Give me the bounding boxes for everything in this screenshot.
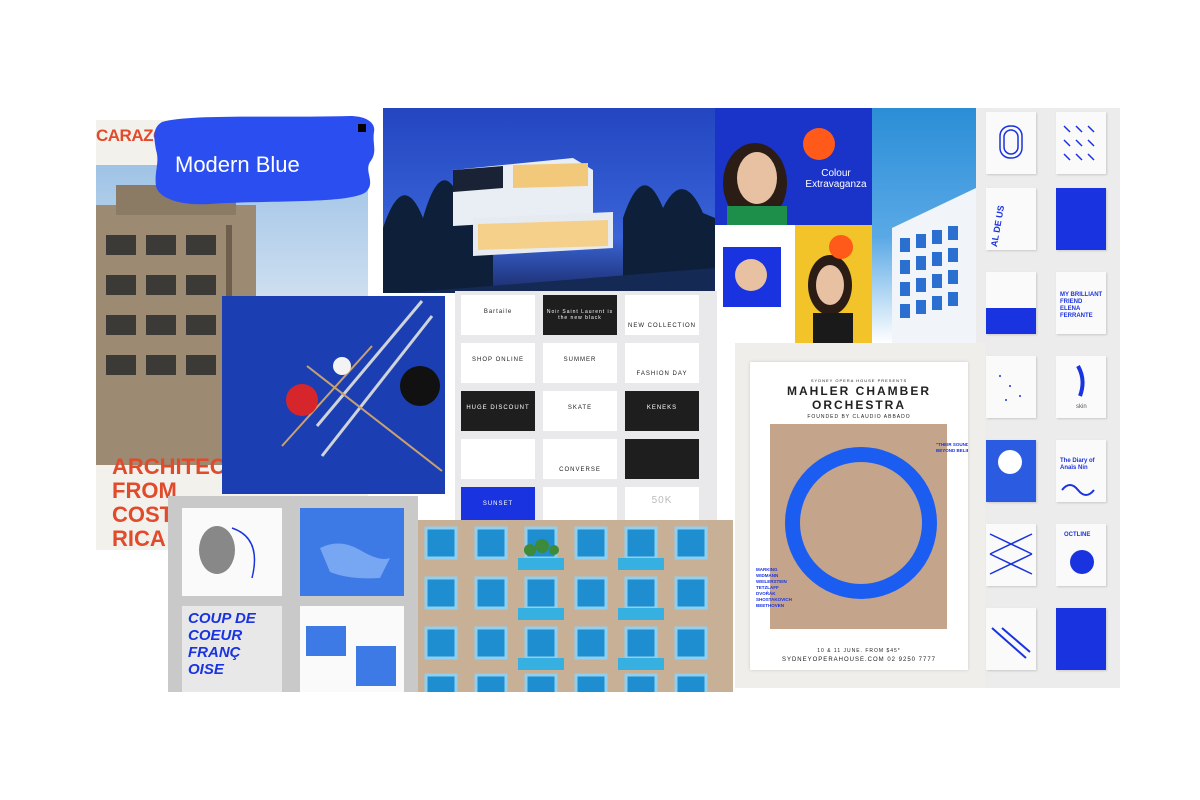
poster-quote: "THEIR SOUND IS BEYOND BELIEF": [936, 442, 968, 453]
spread-page-photos: [300, 606, 404, 692]
black-square-mark: [358, 124, 366, 132]
poster-title-line1: MAHLER CHAMBER: [787, 384, 931, 398]
book-cover: [1056, 112, 1106, 174]
spread-page-map: [300, 508, 404, 596]
modern-blue-label: Modern Blue: [175, 152, 300, 177]
poster-presenter: SYDNEY OPERA HOUSE PRESENTS: [810, 378, 908, 383]
fashion-banner: SKATE: [543, 391, 617, 431]
poster-title-line2: ORCHESTRA: [811, 398, 906, 412]
spread-page-cover: COUP DE COEUR FRANÇ OISE: [182, 606, 282, 692]
poster-founded-line: FOUNDED BY CLAUDIO ABBADO: [807, 414, 911, 420]
book-cover: OCTLINE: [1056, 524, 1106, 586]
fashion-banner: HUGE DISCOUNT: [461, 391, 535, 431]
fashion-banner: [625, 439, 699, 479]
fashion-banner: SUMMER: [543, 343, 617, 383]
spread-page-portrait: [182, 508, 282, 596]
fashion-banner: 50K: [625, 487, 699, 521]
book-cover: [986, 112, 1036, 174]
book-cover: [1056, 608, 1106, 670]
book-cover: [986, 524, 1036, 586]
fashion-banner: [543, 487, 617, 521]
fashion-banner: SHOP ONLINE: [461, 343, 535, 383]
book-cover: The Diary of Anaïs Nin: [1056, 440, 1106, 502]
pool-table-photo: [222, 296, 445, 494]
poster-blue-ring: [785, 447, 937, 599]
colour-extravaganza-title: Colour Extravaganza: [805, 168, 867, 190]
book-covers-grid: AL DE US MY BRILLIANT FRIEND ELENA FERRA…: [976, 108, 1120, 688]
book-cover: MY BRILLIANT FRIEND ELENA FERRANTE: [1056, 272, 1106, 334]
fashion-banners-grid: Bartaile Noir Saint Laurent is the new b…: [455, 291, 717, 521]
fashion-banner: CONVERSE: [543, 439, 617, 479]
modern-house-photo: [383, 108, 715, 293]
fashion-banner: KENEKS: [625, 391, 699, 431]
book-cover: [1056, 188, 1106, 250]
fashion-banner: NEW COLLECTION: [625, 295, 699, 335]
book-cover: [986, 272, 1036, 334]
book-cover: skin: [1056, 356, 1106, 418]
mahler-chamber-orchestra-poster: SYDNEY OPERA HOUSE PRESENTS MAHLER CHAMB…: [750, 362, 968, 670]
colour-extravaganza-spread: Colour Extravaganza: [715, 108, 872, 343]
fashion-banner: FASHION DAY: [625, 343, 699, 383]
fashion-banner: [461, 439, 535, 479]
poster-date: 10 & 11 JUNE. FROM $45*: [817, 648, 901, 654]
balcony-building-photo: [418, 520, 733, 692]
blue-panel: Colour Extravaganza: [715, 108, 872, 226]
poster-program: MARKING WIDMANN WEILERSTEIN TETZLAFF DVO…: [756, 567, 792, 608]
portrait-panel: [715, 225, 872, 343]
poster-website: SYDNEYOPERAHOUSE.COM 02 9250 7777: [781, 657, 937, 663]
book-cover: [986, 608, 1036, 670]
blue-building-facade-photo: [872, 108, 976, 343]
book-cover: [986, 440, 1036, 502]
magazine-spread: COUP DE COEUR FRANÇ OISE: [168, 496, 418, 692]
fashion-banner: Bartaile: [461, 295, 535, 335]
fashion-banner: Noir Saint Laurent is the new black: [543, 295, 617, 335]
house-illustration: [383, 108, 715, 293]
book-cover: [986, 356, 1036, 418]
fashion-banner: SUNSET: [461, 487, 535, 521]
book-cover: AL DE US: [986, 188, 1036, 250]
